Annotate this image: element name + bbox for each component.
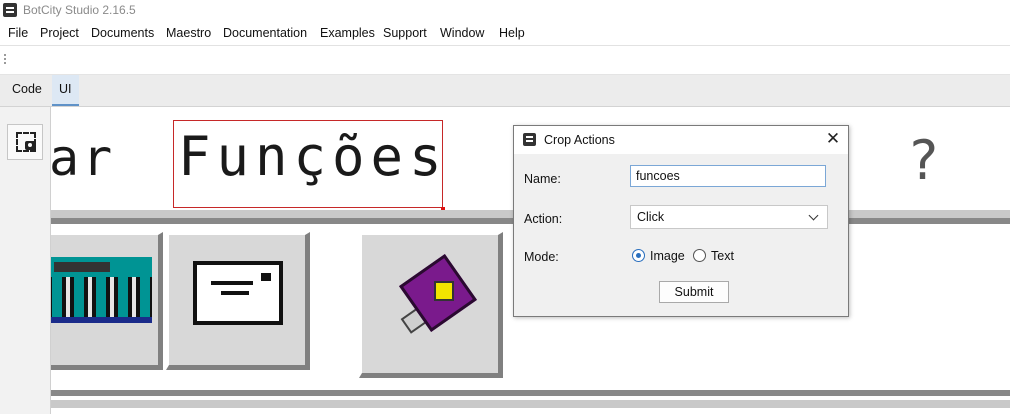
menu-maestro[interactable]: Maestro bbox=[166, 26, 211, 40]
chevron-down-icon bbox=[808, 210, 819, 221]
help-book-tile[interactable] bbox=[359, 232, 503, 378]
name-label: Name: bbox=[524, 172, 561, 186]
canvas-divider bbox=[51, 390, 1010, 396]
mode-image-label[interactable]: Image bbox=[650, 249, 685, 263]
crop-screenshot-button[interactable] bbox=[7, 124, 43, 160]
tab-ui[interactable]: UI bbox=[52, 75, 79, 106]
calculator-tile[interactable] bbox=[51, 232, 163, 370]
canvas-text-question: ? bbox=[907, 129, 943, 192]
name-input[interactable] bbox=[630, 165, 826, 187]
botcity-app-icon bbox=[523, 133, 536, 146]
mode-text-radio[interactable] bbox=[693, 249, 706, 262]
mode-label: Mode: bbox=[524, 250, 559, 264]
envelope-icon bbox=[193, 261, 283, 325]
close-icon[interactable]: ✕ bbox=[824, 130, 842, 148]
menu-file[interactable]: File bbox=[8, 26, 28, 40]
help-book-icon bbox=[396, 254, 477, 334]
title-bar: BotCity Studio 2.16.5 bbox=[0, 0, 1010, 22]
menu-bar: File Project Documents Maestro Documenta… bbox=[0, 22, 1010, 46]
menu-examples[interactable]: Examples bbox=[320, 26, 375, 40]
camera-icon bbox=[25, 141, 36, 150]
toolbar bbox=[0, 46, 1010, 75]
crop-actions-dialog: Crop Actions ✕ Name: Action: Click Mode:… bbox=[513, 125, 849, 317]
menu-documentation[interactable]: Documentation bbox=[223, 26, 307, 40]
dialog-title-bar[interactable]: Crop Actions ✕ bbox=[514, 126, 848, 154]
action-select[interactable]: Click bbox=[630, 205, 828, 229]
menu-support[interactable]: Support bbox=[383, 26, 427, 40]
crop-selection-box[interactable] bbox=[173, 120, 443, 208]
toolbar-grip-icon[interactable] bbox=[4, 54, 6, 66]
window-title: BotCity Studio 2.16.5 bbox=[23, 3, 136, 17]
calculator-icon bbox=[51, 257, 152, 277]
mode-text-label[interactable]: Text bbox=[711, 249, 734, 263]
editor-tabs: Code UI bbox=[0, 75, 1010, 107]
dialog-title: Crop Actions bbox=[544, 133, 615, 147]
tab-code[interactable]: Code bbox=[5, 75, 49, 104]
mode-image-radio[interactable] bbox=[632, 249, 645, 262]
menu-documents[interactable]: Documents bbox=[91, 26, 154, 40]
action-selected-value: Click bbox=[637, 210, 665, 224]
menu-project[interactable]: Project bbox=[40, 26, 79, 40]
botcity-app-icon bbox=[3, 3, 17, 17]
menu-help[interactable]: Help bbox=[499, 26, 525, 40]
action-label: Action: bbox=[524, 212, 563, 226]
canvas-divider bbox=[51, 400, 1010, 408]
submit-button[interactable]: Submit bbox=[659, 281, 729, 303]
envelope-tile[interactable] bbox=[166, 232, 310, 370]
tool-sidebar bbox=[0, 107, 51, 414]
menu-window[interactable]: Window bbox=[440, 26, 484, 40]
canvas-text-left: ar bbox=[51, 129, 116, 187]
